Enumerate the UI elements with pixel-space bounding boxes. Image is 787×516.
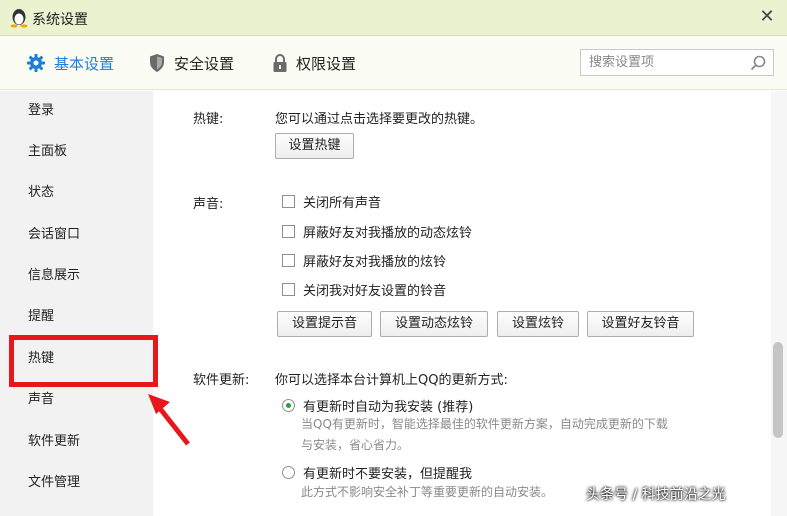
sidebar-item-status[interactable]: 状态	[0, 173, 153, 213]
sidebar-item-login[interactable]: 登录	[0, 91, 153, 131]
radio-label: 有更新时不要安装，但提醒我	[303, 467, 473, 482]
checkbox-label: 关闭所有声音	[303, 196, 382, 211]
set-ring-button[interactable]: 设置炫铃	[497, 311, 579, 337]
radio-dot[interactable]	[282, 466, 295, 479]
sidebar-item-chat-window[interactable]: 会话窗口	[0, 215, 153, 255]
settings-search-box[interactable]	[580, 49, 774, 76]
shield-icon	[150, 54, 164, 72]
tab-label: 基本设置	[54, 54, 115, 73]
tab-label: 安全设置	[174, 54, 235, 73]
search-input[interactable]	[581, 50, 741, 75]
checkbox-label: 屏蔽好友对我播放的炫铃	[303, 255, 447, 270]
tab-label: 权限设置	[296, 54, 357, 73]
auto-install-radio[interactable]: 有更新时自动为我安装 (推荐)	[282, 396, 473, 415]
set-alert-sound-button[interactable]: 设置提示音	[277, 311, 372, 337]
hotkey-section-label: 热键:	[193, 112, 224, 127]
qq-penguin-icon	[10, 9, 28, 28]
set-friend-ringtone-button[interactable]: 设置好友铃音	[587, 311, 694, 337]
update-section-label: 软件更新:	[193, 373, 250, 388]
mute-friend-ringtone-checkbox[interactable]: 关闭我对好友设置的铃音	[282, 280, 446, 299]
sidebar-item-file-management[interactable]: 文件管理	[0, 463, 153, 503]
description-line: 当QQ有更新时，智能选择最佳的软件更新方案，自动完成更新的下载	[301, 417, 668, 431]
close-icon[interactable]: ✕	[757, 7, 777, 27]
tab-security-settings[interactable]: 安全设置	[148, 52, 234, 74]
checkbox-box[interactable]	[282, 195, 295, 208]
description-line: 与安装，省心省力。	[301, 438, 410, 452]
checkbox-box[interactable]	[282, 254, 295, 267]
mute-all-sounds-checkbox[interactable]: 关闭所有声音	[282, 192, 381, 211]
search-icon[interactable]	[749, 54, 767, 72]
block-friend-dynamic-ring-checkbox[interactable]: 屏蔽好友对我播放的动态炫铃	[282, 222, 472, 241]
tab-permission-settings[interactable]: 权限设置	[272, 52, 356, 74]
tab-basic-settings[interactable]: 基本设置	[26, 52, 114, 74]
notify-only-radio[interactable]: 有更新时不要安装，但提醒我	[282, 463, 472, 482]
block-friend-ring-checkbox[interactable]: 屏蔽好友对我播放的炫铃	[282, 251, 446, 270]
set-hotkey-button[interactable]: 设置热键	[275, 133, 354, 159]
title-bar: 系统设置 ✕	[0, 0, 787, 36]
watermark-text: 头条号 / 科技前沿之光	[586, 487, 726, 503]
sidebar-item-reminder[interactable]: 提醒	[0, 297, 153, 337]
sidebar-item-main-panel[interactable]: 主面板	[0, 132, 153, 172]
radio-label: 有更新时自动为我安装 (推荐)	[303, 400, 474, 415]
sidebar: 登录 主面板 状态 会话窗口 信息展示 提醒 热键 声音 软件更新 文件管理	[0, 91, 153, 516]
checkbox-label: 屏蔽好友对我播放的动态炫铃	[303, 226, 473, 241]
radio-dot[interactable]	[282, 399, 295, 412]
checkbox-box[interactable]	[282, 225, 295, 238]
settings-content: 热键: 您可以通过点击选择要更改的热键。 设置热键 声音: 关闭所有声音 屏蔽好…	[153, 91, 787, 516]
sidebar-item-software-update[interactable]: 软件更新	[0, 422, 153, 462]
window-title: 系统设置	[32, 12, 88, 28]
checkbox-label: 关闭我对好友设置的铃音	[303, 284, 447, 299]
checkbox-box[interactable]	[282, 283, 295, 296]
lock-icon	[273, 54, 287, 72]
red-arrow-icon	[148, 394, 190, 446]
auto-install-description: 当QQ有更新时，智能选择最佳的软件更新方案，自动完成更新的下载 与安装，省心省力…	[301, 414, 741, 456]
update-description: 你可以选择本台计算机上QQ的更新方式:	[275, 373, 508, 388]
sound-section-label: 声音:	[193, 197, 224, 212]
content-scrollbar[interactable]	[771, 91, 787, 516]
set-dynamic-ring-button[interactable]: 设置动态炫铃	[380, 311, 488, 337]
scrollbar-thumb[interactable]	[773, 342, 783, 438]
gear-icon	[27, 54, 45, 72]
sidebar-item-info-display[interactable]: 信息展示	[0, 256, 153, 296]
hotkey-description: 您可以通过点击选择要更改的热键。	[275, 112, 484, 127]
settings-toolbar: 基本设置 安全设置 权限设置	[0, 36, 787, 90]
hotkey-highlight-box	[9, 335, 158, 387]
